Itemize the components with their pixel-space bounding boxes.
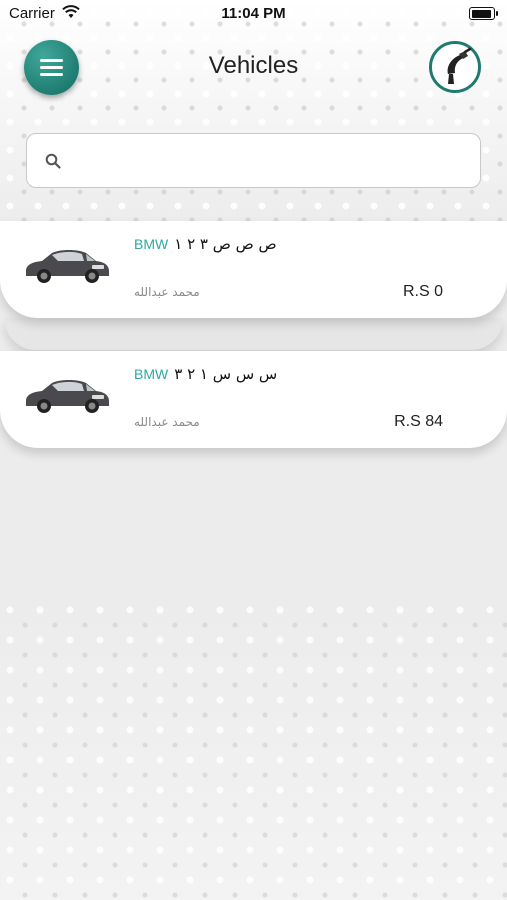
plate-number: ص ص ص ٣ ٢ ١	[174, 235, 277, 253]
fuel-button[interactable]	[429, 41, 481, 93]
owner-name: محمد عبدالله	[134, 415, 200, 429]
vehicle-title: BMW س س س ١ ٢ ٣	[134, 365, 277, 383]
vehicle-title: BMW ص ص ص ٣ ٢ ١	[134, 235, 277, 253]
owner-name: محمد عبدالله	[134, 285, 200, 299]
battery-icon	[469, 7, 498, 20]
footer-pattern	[0, 600, 507, 900]
vehicle-balance: R.S 0	[402, 283, 443, 300]
vehicle-card[interactable]: BMW س س س ١ ٢ ٣ محمد عبدالله R.S 84	[0, 351, 507, 448]
vehicle-card[interactable]: BMW ص ص ص ٣ ٢ ١ محمد عبدالله R.S 0	[0, 221, 507, 318]
search-input[interactable]	[71, 144, 465, 179]
vehicle-balance: R.S 84	[394, 413, 443, 430]
clock: 11:04 PM	[221, 5, 286, 22]
search-icon	[45, 153, 61, 169]
card-underlay	[4, 318, 503, 350]
vehicle-brand: BMW	[134, 366, 169, 382]
fuel-nozzle-icon	[447, 47, 472, 84]
plate-number: س س س ١ ٢ ٣	[174, 365, 278, 383]
vehicle-brand: BMW	[134, 236, 169, 252]
status-bar: Carrier 11:04 PM	[0, 0, 507, 28]
car-icon	[26, 250, 109, 283]
search-bar[interactable]	[26, 133, 481, 188]
car-icon	[26, 380, 109, 413]
